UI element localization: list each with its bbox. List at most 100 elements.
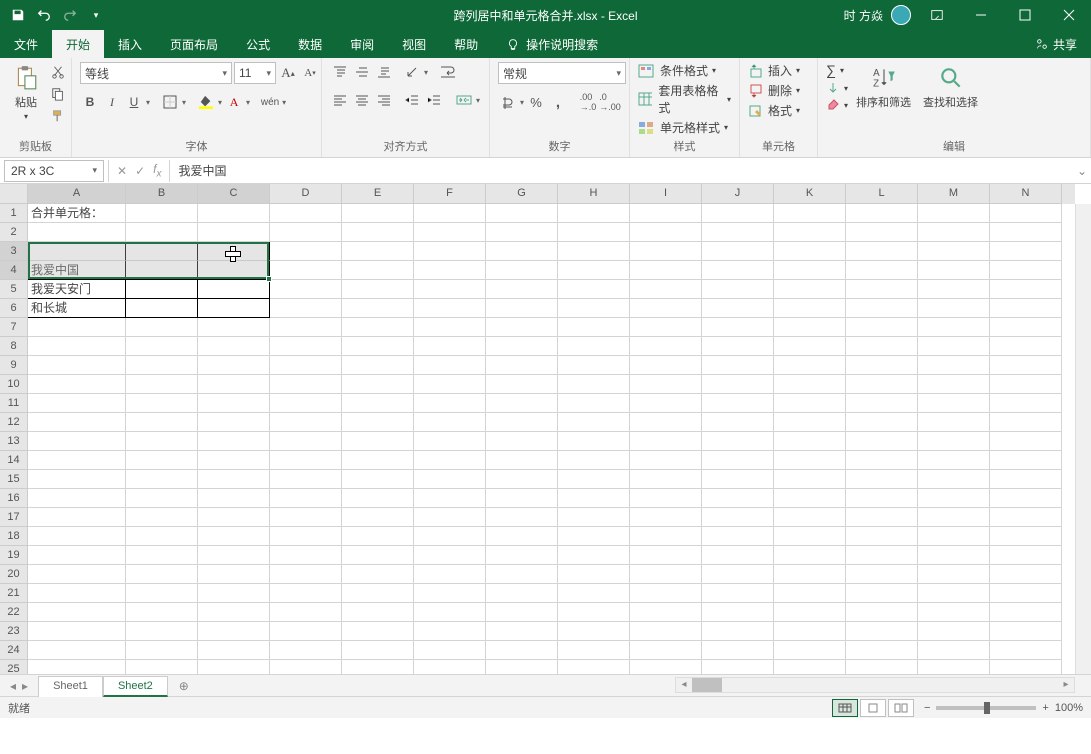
align-center-icon[interactable] <box>352 90 372 110</box>
cell[interactable] <box>846 470 918 489</box>
cell[interactable] <box>270 584 342 603</box>
row-header[interactable]: 17 <box>0 508 28 527</box>
formula-input[interactable]: 我爱中国 <box>170 160 1073 182</box>
cell[interactable] <box>486 280 558 299</box>
cell[interactable] <box>28 432 126 451</box>
underline-button[interactable]: U <box>124 92 144 112</box>
cell[interactable] <box>630 451 702 470</box>
cell[interactable] <box>28 603 126 622</box>
cell[interactable] <box>28 508 126 527</box>
cell[interactable] <box>270 508 342 527</box>
cell[interactable] <box>342 394 414 413</box>
cell[interactable] <box>990 546 1062 565</box>
tab-视图[interactable]: 视图 <box>388 30 440 58</box>
cell[interactable] <box>774 603 846 622</box>
phonetic-icon[interactable]: wén <box>260 92 280 112</box>
cell[interactable] <box>414 584 486 603</box>
cell[interactable] <box>846 603 918 622</box>
zoom-in-button[interactable]: + <box>1042 702 1048 714</box>
row-header[interactable]: 8 <box>0 337 28 356</box>
cell[interactable] <box>126 318 198 337</box>
row-header[interactable]: 7 <box>0 318 28 337</box>
new-sheet-button[interactable]: ⊕ <box>174 679 194 693</box>
cell[interactable] <box>990 660 1062 674</box>
cell[interactable] <box>270 204 342 223</box>
cell[interactable] <box>414 527 486 546</box>
cell[interactable] <box>486 394 558 413</box>
cell[interactable] <box>918 470 990 489</box>
cell[interactable] <box>702 432 774 451</box>
minimize-button[interactable] <box>963 1 999 29</box>
cell[interactable] <box>486 223 558 242</box>
cell[interactable] <box>774 546 846 565</box>
cell[interactable] <box>414 394 486 413</box>
cell[interactable] <box>414 489 486 508</box>
cell[interactable] <box>990 622 1062 641</box>
cell[interactable] <box>414 641 486 660</box>
cell[interactable] <box>990 584 1062 603</box>
cell[interactable] <box>342 261 414 280</box>
cell[interactable] <box>198 451 270 470</box>
cell[interactable] <box>486 413 558 432</box>
cell[interactable] <box>414 470 486 489</box>
sheet-tab[interactable]: Sheet2 <box>103 676 168 697</box>
cell[interactable] <box>774 660 846 674</box>
cell[interactable] <box>486 337 558 356</box>
cell[interactable] <box>558 318 630 337</box>
cell[interactable] <box>846 299 918 318</box>
cell[interactable] <box>198 527 270 546</box>
enter-icon[interactable]: ✓ <box>135 164 145 178</box>
cell[interactable] <box>270 641 342 660</box>
cell[interactable] <box>342 660 414 674</box>
cell[interactable] <box>630 508 702 527</box>
undo-icon[interactable] <box>34 5 54 25</box>
col-header[interactable]: E <box>342 184 414 204</box>
cell[interactable] <box>990 318 1062 337</box>
cell[interactable] <box>990 489 1062 508</box>
cell[interactable]: 我爱天安门 <box>28 280 126 299</box>
row-header[interactable]: 16 <box>0 489 28 508</box>
cell[interactable] <box>342 508 414 527</box>
cell[interactable] <box>414 660 486 674</box>
col-header[interactable]: A <box>28 184 126 204</box>
cell[interactable]: 合并单元格： <box>28 204 126 223</box>
cell[interactable] <box>414 280 486 299</box>
sheet-nav-prev-icon[interactable]: ◂ <box>10 679 16 693</box>
cell[interactable] <box>28 394 126 413</box>
cell[interactable] <box>342 565 414 584</box>
cell[interactable] <box>198 261 270 280</box>
cell[interactable] <box>846 261 918 280</box>
cell[interactable] <box>270 660 342 674</box>
cell[interactable] <box>702 527 774 546</box>
cell-styles-button[interactable]: 单元格样式▾ <box>638 119 728 136</box>
cell[interactable] <box>558 660 630 674</box>
cell[interactable] <box>270 451 342 470</box>
cell[interactable] <box>414 299 486 318</box>
cell[interactable] <box>702 584 774 603</box>
cell[interactable] <box>270 242 342 261</box>
font-name-combo[interactable]: 等线▾ <box>80 62 232 84</box>
cell[interactable] <box>126 280 198 299</box>
decrease-font-icon[interactable]: A▾ <box>300 63 320 83</box>
cell[interactable] <box>846 242 918 261</box>
cell[interactable] <box>486 318 558 337</box>
cell[interactable] <box>990 375 1062 394</box>
format-painter-icon[interactable] <box>48 106 68 126</box>
cell[interactable] <box>702 356 774 375</box>
cell[interactable] <box>558 356 630 375</box>
cell[interactable] <box>342 413 414 432</box>
cell[interactable] <box>28 451 126 470</box>
cell[interactable] <box>270 318 342 337</box>
cell[interactable] <box>918 546 990 565</box>
cell[interactable] <box>918 622 990 641</box>
cell[interactable] <box>342 299 414 318</box>
cell[interactable] <box>702 394 774 413</box>
wrap-text-icon[interactable] <box>438 62 458 82</box>
cell[interactable] <box>846 223 918 242</box>
cell[interactable] <box>702 204 774 223</box>
cell[interactable] <box>270 546 342 565</box>
cell[interactable] <box>28 489 126 508</box>
clear-button[interactable]: ▾ <box>826 98 848 112</box>
cell[interactable] <box>774 242 846 261</box>
cell[interactable] <box>126 337 198 356</box>
